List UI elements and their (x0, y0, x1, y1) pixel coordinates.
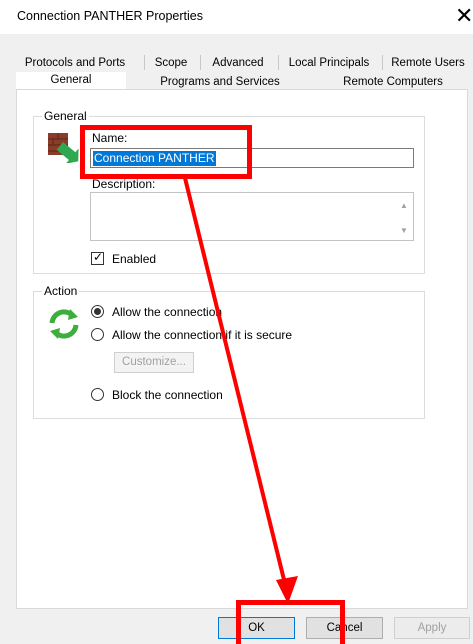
annotation-arrow (183, 177, 298, 604)
